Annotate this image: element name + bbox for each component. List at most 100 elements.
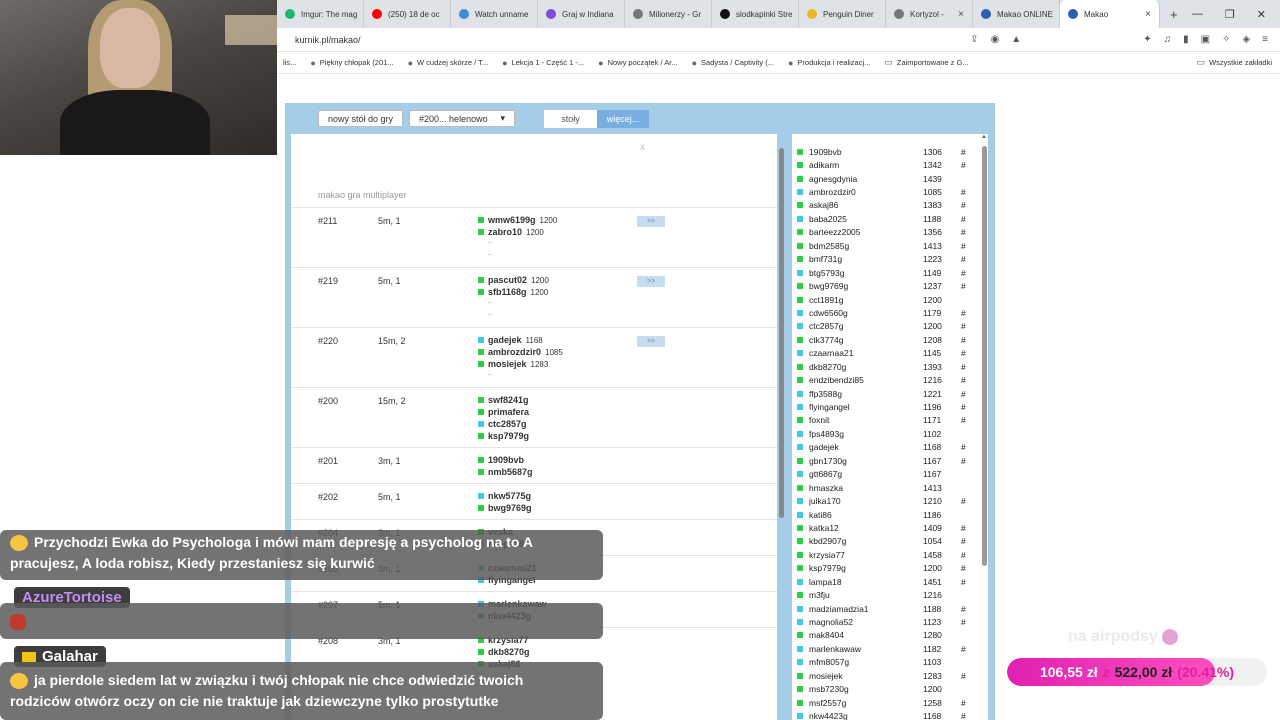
rewards-icon[interactable]: ▲ — [1011, 34, 1021, 45]
sidebar-icon[interactable]: ▮ — [1183, 34, 1189, 45]
user-list-item[interactable]: magnolia52 1123 # — [792, 615, 977, 628]
table-player[interactable]: ksp7979g — [478, 430, 529, 442]
bookmark-item[interactable]: ● Lekcja 1 - Część 1 -... — [502, 58, 584, 68]
media-icon[interactable]: ♫ — [1164, 34, 1172, 45]
join-table-button[interactable]: >> — [637, 216, 665, 227]
table-row[interactable]: #219 5m, 1 pascut02 1200 sfb1168g 1200– – >> — [291, 267, 777, 327]
user-list-item[interactable]: mosiejek 1283 # — [792, 669, 977, 682]
browser-tab[interactable]: Makao ONLINE — [973, 0, 1060, 28]
table-row[interactable]: #211 5m, 1 wmw6199g 1200 zabro10 1200– – >> — [291, 207, 777, 267]
user-list-item[interactable]: flyingangel 1196 # — [792, 400, 977, 413]
table-row[interactable]: #201 3m, 1 1909bvb nmb5687g — [291, 447, 777, 483]
tab-tables[interactable]: stoły — [544, 110, 597, 128]
user-list-item[interactable]: gbn1730g 1167 # — [792, 454, 977, 467]
bookmark-item[interactable]: ▭ Zaimportowane z G... — [884, 57, 968, 68]
table-player[interactable]: nmb5687g — [478, 466, 533, 478]
user-list-item[interactable]: msf2557g 1258 # — [792, 696, 977, 709]
user-list-item[interactable]: ctc2857g 1200 # — [792, 320, 977, 333]
browser-tab[interactable]: Penguin Diner — [799, 0, 886, 28]
bookmark-item[interactable]: lis... — [283, 58, 296, 67]
user-list-item[interactable]: ctk3774g 1208 # — [792, 333, 977, 346]
table-player[interactable]: 1909bvb — [478, 454, 533, 466]
user-list-item[interactable]: cct1891g 1200 — [792, 293, 977, 306]
bookmark-item[interactable]: ● Produkcja i realizacj... — [788, 58, 870, 68]
user-list-item[interactable]: barteezz2005 1356 # — [792, 226, 977, 239]
user-list-item[interactable]: fps4893g 1102 — [792, 427, 977, 440]
close-window-icon[interactable]: ✕ — [1257, 8, 1266, 21]
bookmark-item[interactable]: ● Nowy początek / Ar... — [598, 58, 677, 68]
room-select[interactable]: #200... helenowo ▾ — [409, 110, 516, 127]
brave-shield-icon[interactable]: ◉ — [991, 34, 1000, 45]
table-player[interactable]: nkw5775g — [478, 490, 532, 502]
user-list-item[interactable]: foxnit 1171 # — [792, 414, 977, 427]
browser-tab[interactable]: slodkapinki Stre — [712, 0, 799, 28]
user-list-item[interactable]: askaj86 1383 # — [792, 199, 977, 212]
browser-tab[interactable]: Milionerzy - Gr — [625, 0, 712, 28]
tab-close-icon[interactable]: × — [1145, 9, 1151, 20]
user-list-item[interactable]: kati86 1186 — [792, 508, 977, 521]
user-list-item[interactable]: gadejek 1168 # — [792, 441, 977, 454]
user-list-item[interactable]: ksp7979g 1200 # — [792, 562, 977, 575]
table-player[interactable]: ambrozdzir0 1085 — [478, 346, 563, 358]
user-list-item[interactable]: lampa18 1451 # — [792, 575, 977, 588]
browser-tab[interactable]: Imgur: The mag — [277, 0, 364, 28]
user-list-item[interactable]: bdm2585g 1413 # — [792, 239, 977, 252]
address-bar[interactable]: kurnik.pl/makao/ ⇪ ◉ ▲ ✦ ♫ ▮ ▣ ✧ ◈ ≡ — [277, 28, 1280, 52]
user-list-item[interactable]: ffp3588g 1221 # — [792, 387, 977, 400]
user-list-item[interactable]: cdw6560g 1179 # — [792, 306, 977, 319]
table-player[interactable]: swf8241g — [478, 394, 529, 406]
scroll-up-icon[interactable]: ▲ — [981, 134, 987, 140]
user-list-item[interactable]: bwg9769g 1237 # — [792, 279, 977, 292]
table-player[interactable]: wmw6199g 1200 — [478, 214, 557, 226]
user-list-item[interactable]: hmaszka 1413 — [792, 481, 977, 494]
user-list-item[interactable]: baba2025 1188 # — [792, 212, 977, 225]
user-list-item[interactable]: krzysia77 1458 # — [792, 548, 977, 561]
wallet-icon[interactable]: ▣ — [1201, 34, 1210, 45]
browser-tab[interactable]: Watch unname — [451, 0, 538, 28]
user-list-item[interactable]: 1909bvb 1306 # — [792, 145, 977, 158]
user-list-item[interactable]: adikarm 1342 # — [792, 158, 977, 171]
menu-icon[interactable]: ≡ — [1262, 34, 1268, 45]
user-list-item[interactable]: mak8404 1280 — [792, 629, 977, 642]
table-row[interactable]: #200 15m, 2 swf8241g primafera ctc2857g ksp79… — [291, 387, 777, 447]
extensions-icon[interactable]: ✦ — [1143, 34, 1151, 45]
close-icon[interactable]: x — [640, 142, 645, 153]
table-player[interactable]: sfb1168g 1200 — [478, 286, 549, 298]
table-player[interactable]: zabro10 1200 — [478, 226, 557, 238]
table-row[interactable]: #220 15m, 2 gadejek 1168 ambrozdzir0 1085 mosi… — [291, 327, 777, 387]
table-row[interactable]: #202 5m, 1 nkw5775g bwg9769g — [291, 483, 777, 519]
all-bookmarks-button[interactable]: ▭ Wszystkie zakładki — [1197, 57, 1280, 68]
user-list-item[interactable]: marlenkawaw 1182 # — [792, 642, 977, 655]
user-list-item[interactable]: m3fju 1216 — [792, 588, 977, 601]
user-list-item[interactable]: katka12 1409 # — [792, 521, 977, 534]
table-player[interactable]: bwg9769g — [478, 502, 532, 514]
user-list-item[interactable]: nkw4423g 1168 # — [792, 709, 977, 720]
user-list-item[interactable]: agnesgdynia 1439 — [792, 172, 977, 185]
user-list-item[interactable]: bmf731g 1223 # — [792, 253, 977, 266]
bookmark-item[interactable]: ● Sadysta / Captivity (... — [692, 58, 774, 68]
join-table-button[interactable]: >> — [637, 336, 665, 347]
maximize-icon[interactable]: ❐ — [1225, 8, 1235, 21]
user-list-item[interactable]: czaarnaa21 1145 # — [792, 347, 977, 360]
user-list-item[interactable]: btg5793g 1149 # — [792, 266, 977, 279]
browser-tab[interactable]: Kortyzol - × — [886, 0, 973, 28]
join-table-button[interactable]: >> — [637, 276, 665, 287]
minimize-icon[interactable]: — — [1192, 8, 1203, 21]
user-list-item[interactable]: gtt6867g 1167 — [792, 468, 977, 481]
browser-tab[interactable]: (250) 18 de oc — [364, 0, 451, 28]
table-player[interactable]: gadejek 1168 — [478, 334, 563, 346]
url-text[interactable]: kurnik.pl/makao/ — [277, 35, 361, 45]
table-player[interactable]: primafera — [478, 406, 529, 418]
user-list-item[interactable]: kbd2907g 1054 # — [792, 535, 977, 548]
tab-close-icon[interactable]: × — [958, 9, 964, 20]
vpn-icon[interactable]: ◈ — [1242, 34, 1250, 45]
new-table-button[interactable]: nowy stół do gry — [318, 110, 404, 127]
user-list-item[interactable]: mfm8057g 1103 — [792, 656, 977, 669]
browser-tab[interactable]: Makao × — [1060, 0, 1160, 28]
user-list-item[interactable]: ambrozdzir0 1085 # — [792, 185, 977, 198]
user-list-item[interactable]: endzibendzi85 1216 # — [792, 373, 977, 386]
bookmark-item[interactable]: ● W cudzej skórze / T... — [408, 58, 489, 68]
user-list-item[interactable]: madziamadzia1 1188 # — [792, 602, 977, 615]
tables-scrollbar[interactable] — [779, 148, 784, 518]
table-player[interactable]: pascut02 1200 — [478, 274, 549, 286]
